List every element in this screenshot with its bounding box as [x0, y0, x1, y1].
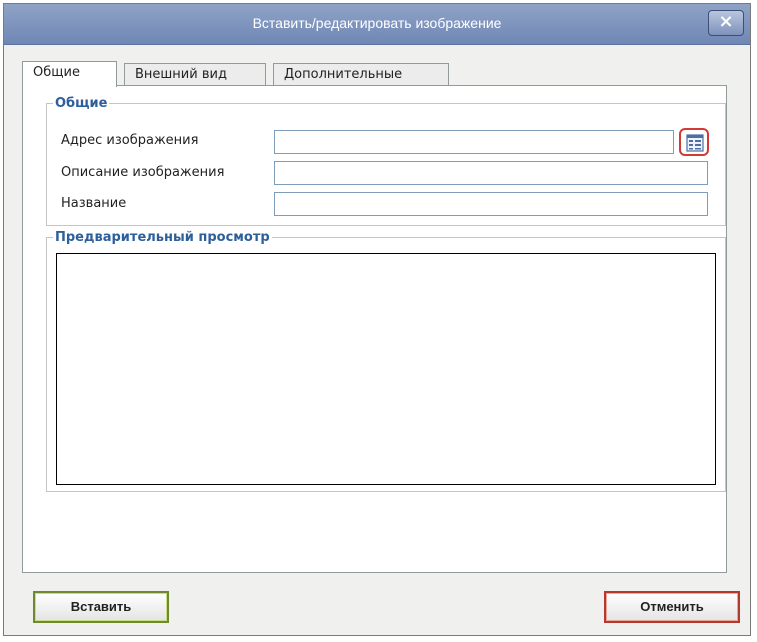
cancel-button[interactable]: Отменить — [604, 591, 740, 623]
image-url-label: Адрес изображения — [61, 133, 199, 148]
image-description-input[interactable] — [274, 161, 708, 185]
tab-appearance[interactable]: Внешний вид — [124, 63, 266, 85]
file-browser-icon — [686, 134, 704, 152]
title-input[interactable] — [274, 192, 708, 216]
tab-advanced[interactable]: Дополнительные — [273, 63, 449, 85]
insert-button[interactable]: Вставить — [33, 591, 169, 623]
image-url-input[interactable] — [274, 130, 674, 154]
image-description-label: Описание изображения — [61, 165, 225, 180]
tab-general[interactable]: Общие — [22, 61, 117, 87]
general-legend: Общие — [55, 96, 108, 111]
close-icon: × — [718, 11, 734, 32]
image-preview — [56, 253, 716, 485]
title-bar[interactable]: Вставить/редактировать изображение × — [4, 4, 750, 45]
title-label: Название — [61, 196, 127, 211]
close-button[interactable]: × — [708, 10, 744, 36]
preview-legend: Предварительный просмотр — [55, 230, 270, 245]
browse-button[interactable] — [679, 128, 709, 156]
dialog-title: Вставить/редактировать изображение — [252, 15, 502, 31]
